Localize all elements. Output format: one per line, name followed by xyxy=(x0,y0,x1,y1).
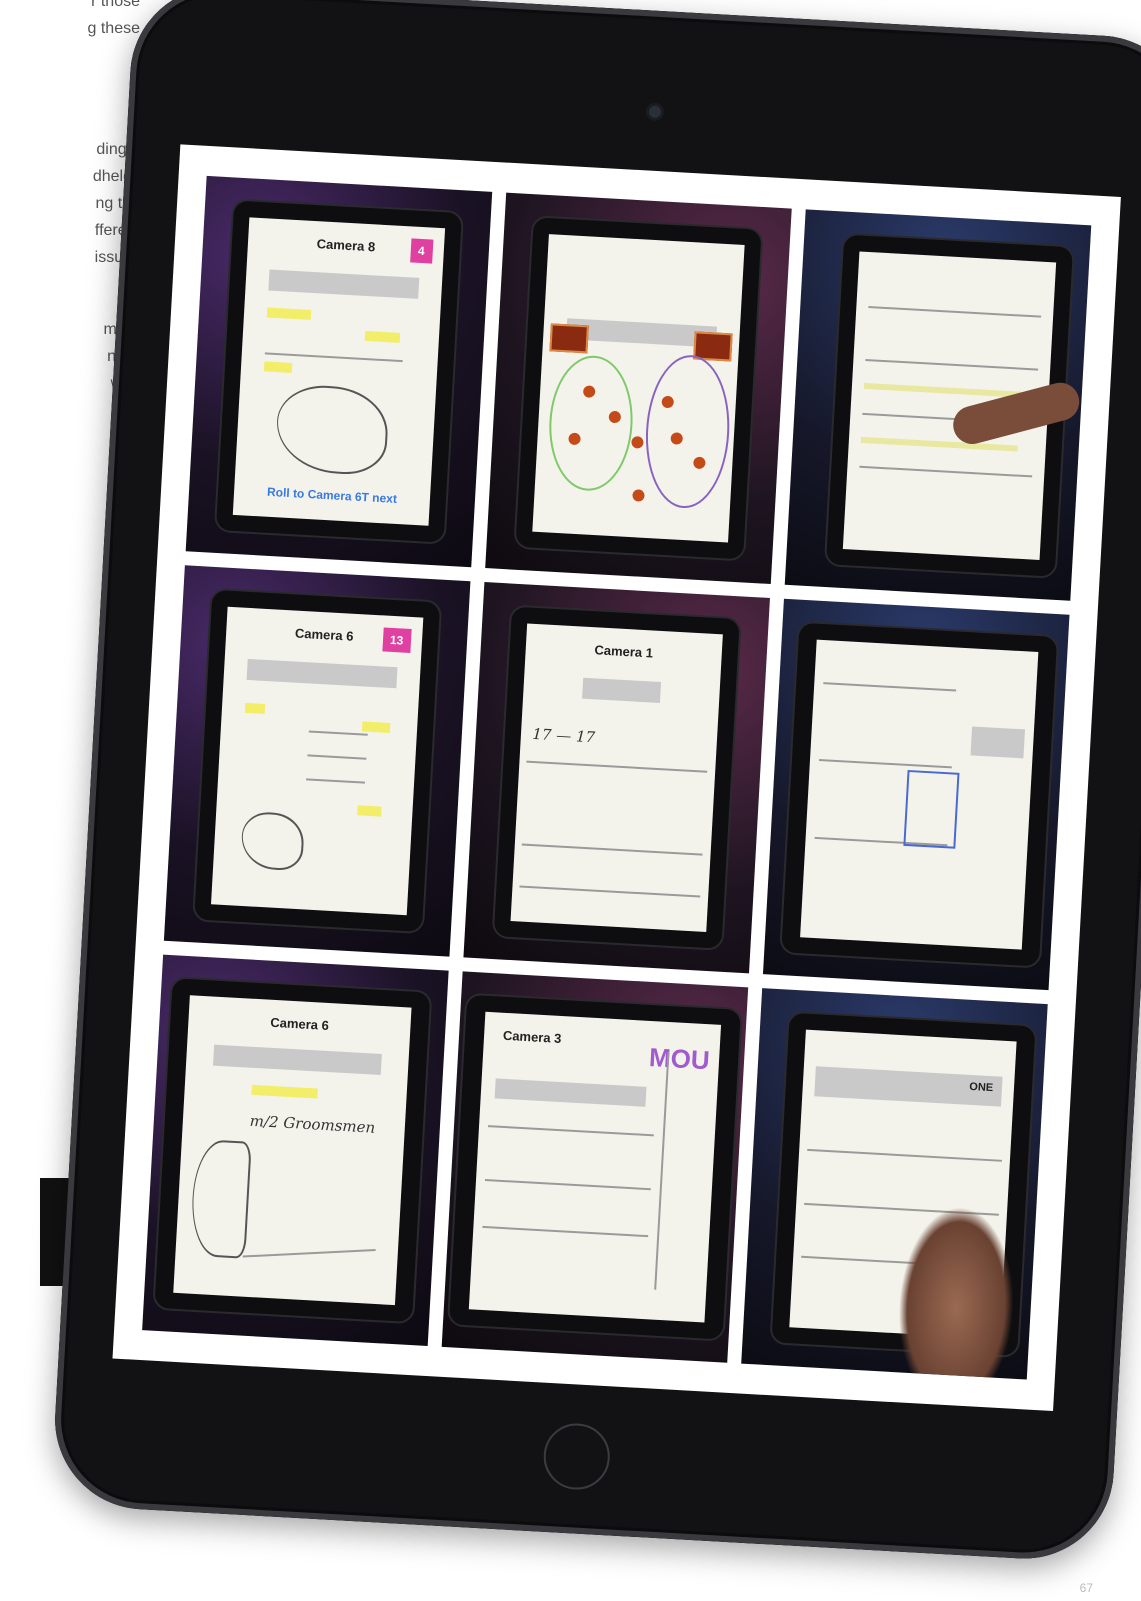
divider-line xyxy=(485,1178,651,1191)
camera-script-page: Camera 8 4 Roll to Camera 6T next xyxy=(232,217,446,526)
handheld-device: Camera 6 m/2 Groomsmen xyxy=(154,977,431,1323)
tablet-screen: Camera 8 4 Roll to Camera 6T next Camera… xyxy=(112,144,1121,1412)
divider-line xyxy=(526,760,708,773)
position-marker xyxy=(632,489,645,503)
divider-line xyxy=(482,1226,648,1238)
handwritten-note: 17 — 17 xyxy=(531,725,596,747)
handheld-device: Camera 6 13 xyxy=(193,589,441,933)
photo-tile xyxy=(784,209,1092,601)
article-paragraph: r those g these xyxy=(88,0,140,42)
highlight-mark xyxy=(364,331,401,344)
home-button[interactable] xyxy=(541,1421,612,1492)
position-marker xyxy=(631,435,644,449)
handheld-device: Camera 1 17 — 17 xyxy=(493,606,741,950)
highlight-mark xyxy=(244,703,266,715)
handwritten-note: m/2 Groomsmen xyxy=(249,1112,376,1137)
photo-tile: Camera 3 MOU xyxy=(441,971,749,1363)
camera-title: Camera 1 xyxy=(594,642,654,661)
handwritten-sketch xyxy=(274,383,391,477)
divider-line xyxy=(519,885,701,898)
camera-script-page: Camera 1 17 — 17 xyxy=(510,623,724,932)
highlight-mark xyxy=(251,1085,319,1099)
handwritten-sketch xyxy=(189,1138,252,1259)
highlight-mark xyxy=(264,361,293,373)
divider-line xyxy=(308,730,368,736)
camera-script-page: Camera 3 MOU xyxy=(468,1011,722,1323)
tablet-device: Camera 8 4 Roll to Camera 6T next Camera… xyxy=(50,0,1141,1564)
highlight-mark xyxy=(267,307,311,321)
photo-tile xyxy=(485,192,792,585)
side-panel-block xyxy=(970,725,1025,759)
divider-line xyxy=(522,843,704,857)
photo-grid: Camera 8 4 Roll to Camera 6T next Camera… xyxy=(142,175,1092,1380)
front-camera-icon xyxy=(648,105,662,119)
shot-header-band xyxy=(494,1078,647,1108)
divider-line xyxy=(242,1249,376,1258)
camera-title: Camera 6 xyxy=(269,1014,330,1033)
handheld-device: Camera 3 MOU xyxy=(448,994,742,1340)
highlight-mark xyxy=(860,436,1019,452)
green-circle-annotation xyxy=(546,353,637,494)
photo-tile xyxy=(762,598,1070,991)
highlight-mark xyxy=(362,721,391,734)
divider-line xyxy=(859,466,1033,478)
divider-line xyxy=(865,359,1039,371)
article-line: r those xyxy=(91,0,140,10)
divider-line xyxy=(306,778,366,784)
page-number: 67 xyxy=(1079,1581,1093,1595)
handheld-device xyxy=(515,216,762,560)
handheld-device xyxy=(781,622,1057,967)
divider-line xyxy=(307,754,367,760)
shot-badge: 4 xyxy=(409,238,434,264)
photo-tile: Camera 8 4 Roll to Camera 6T next xyxy=(185,175,493,568)
position-marker xyxy=(661,395,674,409)
column-divider xyxy=(654,1051,670,1290)
next-camera-note: Roll to Camera 6T next xyxy=(266,484,398,506)
hand-with-stylus xyxy=(895,1203,1020,1379)
shot-header-band xyxy=(268,269,420,299)
camera-script-page: Camera 6 m/2 Groomsmen xyxy=(173,995,412,1306)
photo-tile: Camera 1 17 — 17 xyxy=(463,582,770,974)
divider-line xyxy=(868,305,1042,318)
photo-tile: Camera 6 13 xyxy=(163,565,471,957)
purple-circle-annotation xyxy=(641,353,733,511)
multi-column-page xyxy=(800,639,1038,950)
divider-line xyxy=(807,1149,1002,1162)
shot-badge: 13 xyxy=(381,627,412,653)
article-line: g these xyxy=(87,20,140,37)
selected-cell-outline xyxy=(902,770,960,849)
shot-header-band xyxy=(246,658,398,688)
shot-header-band xyxy=(213,1044,383,1075)
divider-line xyxy=(823,681,956,692)
handwritten-sketch xyxy=(240,810,306,872)
handwritten-big-text: MOU xyxy=(648,1041,711,1076)
stage-image-icon xyxy=(549,323,590,354)
photo-tile: ONE xyxy=(741,988,1048,1380)
divider-line xyxy=(488,1125,654,1137)
shot-header-band xyxy=(581,677,662,703)
highlight-mark xyxy=(357,804,382,817)
divider-line xyxy=(264,352,403,363)
divider-line xyxy=(818,759,952,769)
highlight-mark xyxy=(863,382,1022,398)
handheld-device: Camera 8 4 Roll to Camera 6T next xyxy=(215,199,463,544)
camera-script-page: Camera 6 13 xyxy=(210,606,424,916)
stage-plot-page xyxy=(531,234,745,543)
photo-tile: Camera 6 m/2 Groomsmen xyxy=(142,954,449,1347)
